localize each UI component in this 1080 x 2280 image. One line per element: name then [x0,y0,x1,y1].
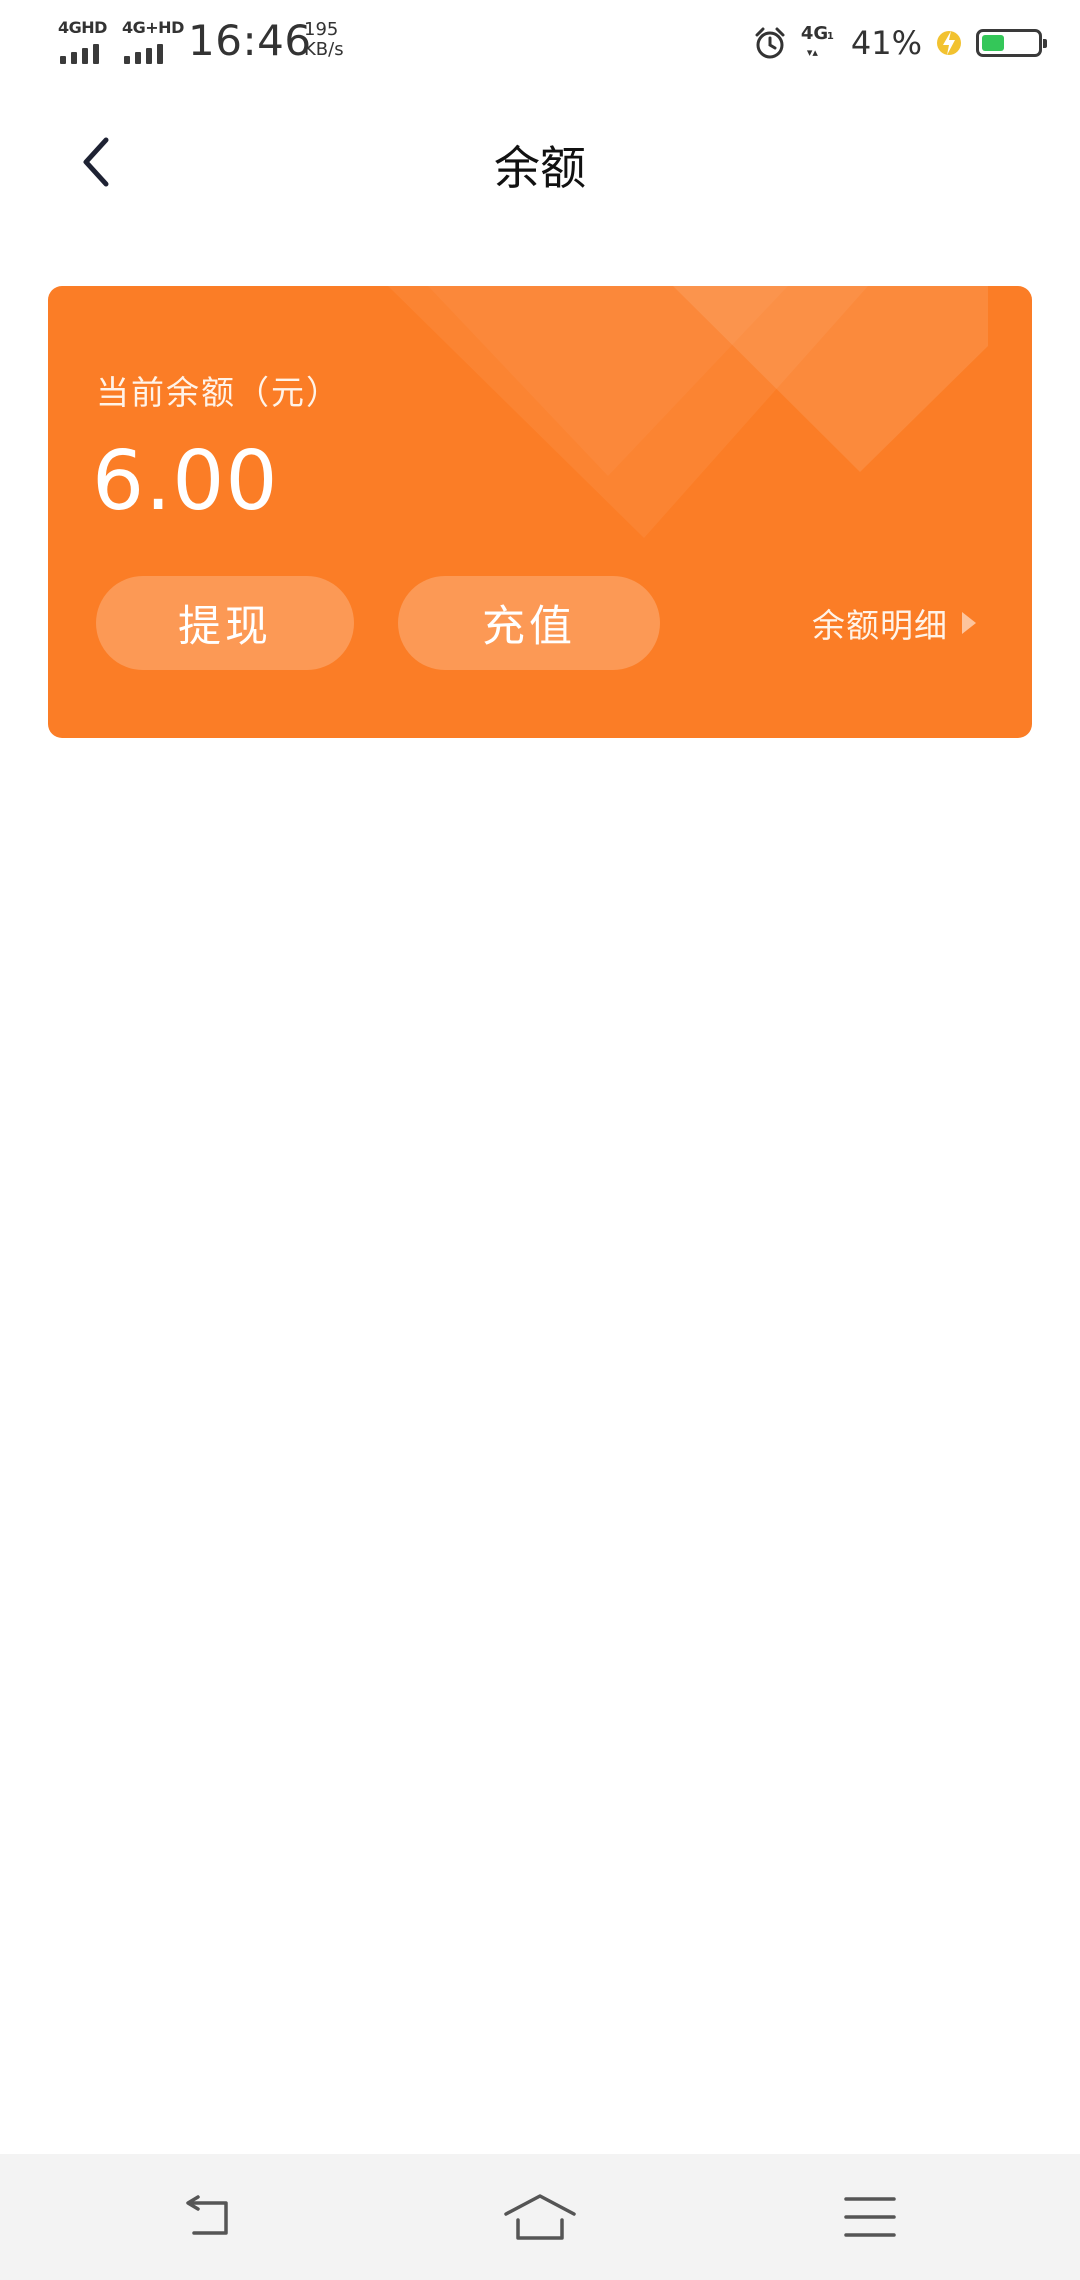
system-menu-button[interactable] [830,2184,910,2250]
balance-detail-link[interactable]: 余额明细 [812,598,976,648]
battery-icon [976,29,1047,57]
charging-icon [937,31,961,55]
navigation-bar: 余额 [0,100,1080,224]
system-home-button[interactable] [500,2184,580,2250]
alarm-icon [755,27,785,59]
sim1-label: 4GHD [58,18,107,37]
withdraw-button[interactable]: 提现 [96,576,354,670]
system-navigation-bar [0,2154,1080,2280]
net-speed-value: 195 [304,19,339,40]
sim2-label: 4G+HD [122,18,184,37]
balance-card: 当前余额（元） 6.00 提现 充值 余额明细 [48,286,1032,738]
signal-group: 4GHD 4G+HD [58,18,196,66]
mobile-data-label: 4G [800,23,829,44]
balance-amount: 6.00 [92,434,279,529]
mobile-data-icon: 4G 1 ▾▴ [800,23,834,59]
menu-icon [844,2197,896,2237]
home-icon [504,2194,576,2240]
back-icon [186,2195,228,2235]
signal-icon: 4GHD [58,18,110,66]
net-speed-unit: KB/s [304,39,344,60]
recharge-button[interactable]: 充值 [398,576,660,670]
status-time: 16:46 [188,16,312,65]
battery-percent: 41% [850,24,922,62]
balance-page: 4GHD 4G+HD 16:46 195 KB/s 4G 1 ▾▴ 41% 余额… [0,0,1080,2280]
system-back-button[interactable] [168,2184,248,2250]
mobile-data-sub: 1 [826,31,834,42]
triangle-right-icon [962,612,976,634]
status-right-group: 4G 1 ▾▴ 41% [753,20,1047,66]
balance-label: 当前余额（元） [96,373,341,412]
battery-level-fill [982,35,1004,51]
balance-detail-label: 余额明细 [812,606,948,645]
status-bar: 4GHD 4G+HD 16:46 195 KB/s 4G 1 ▾▴ 41% [0,0,1080,84]
net-speed: 195 KB/s [304,20,344,60]
signal-icon: 4G+HD [122,18,184,66]
page-title: 余额 [494,141,586,195]
